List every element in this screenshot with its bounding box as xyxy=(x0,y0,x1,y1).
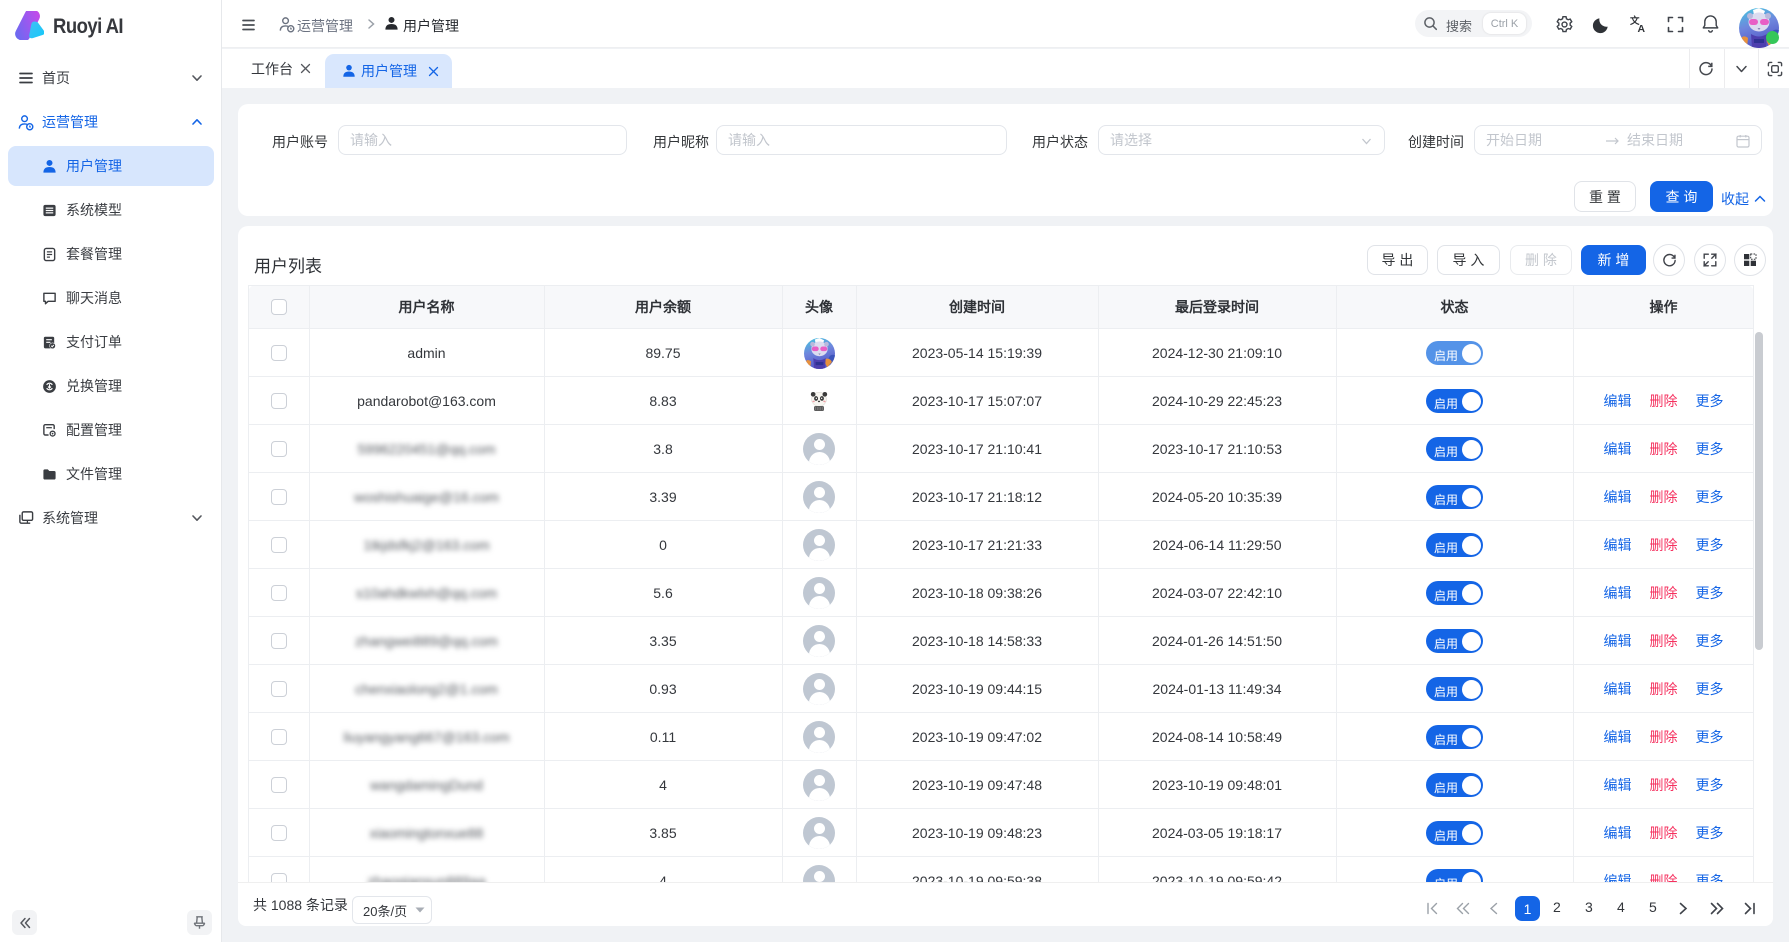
svg-text:A: A xyxy=(1638,24,1646,34)
